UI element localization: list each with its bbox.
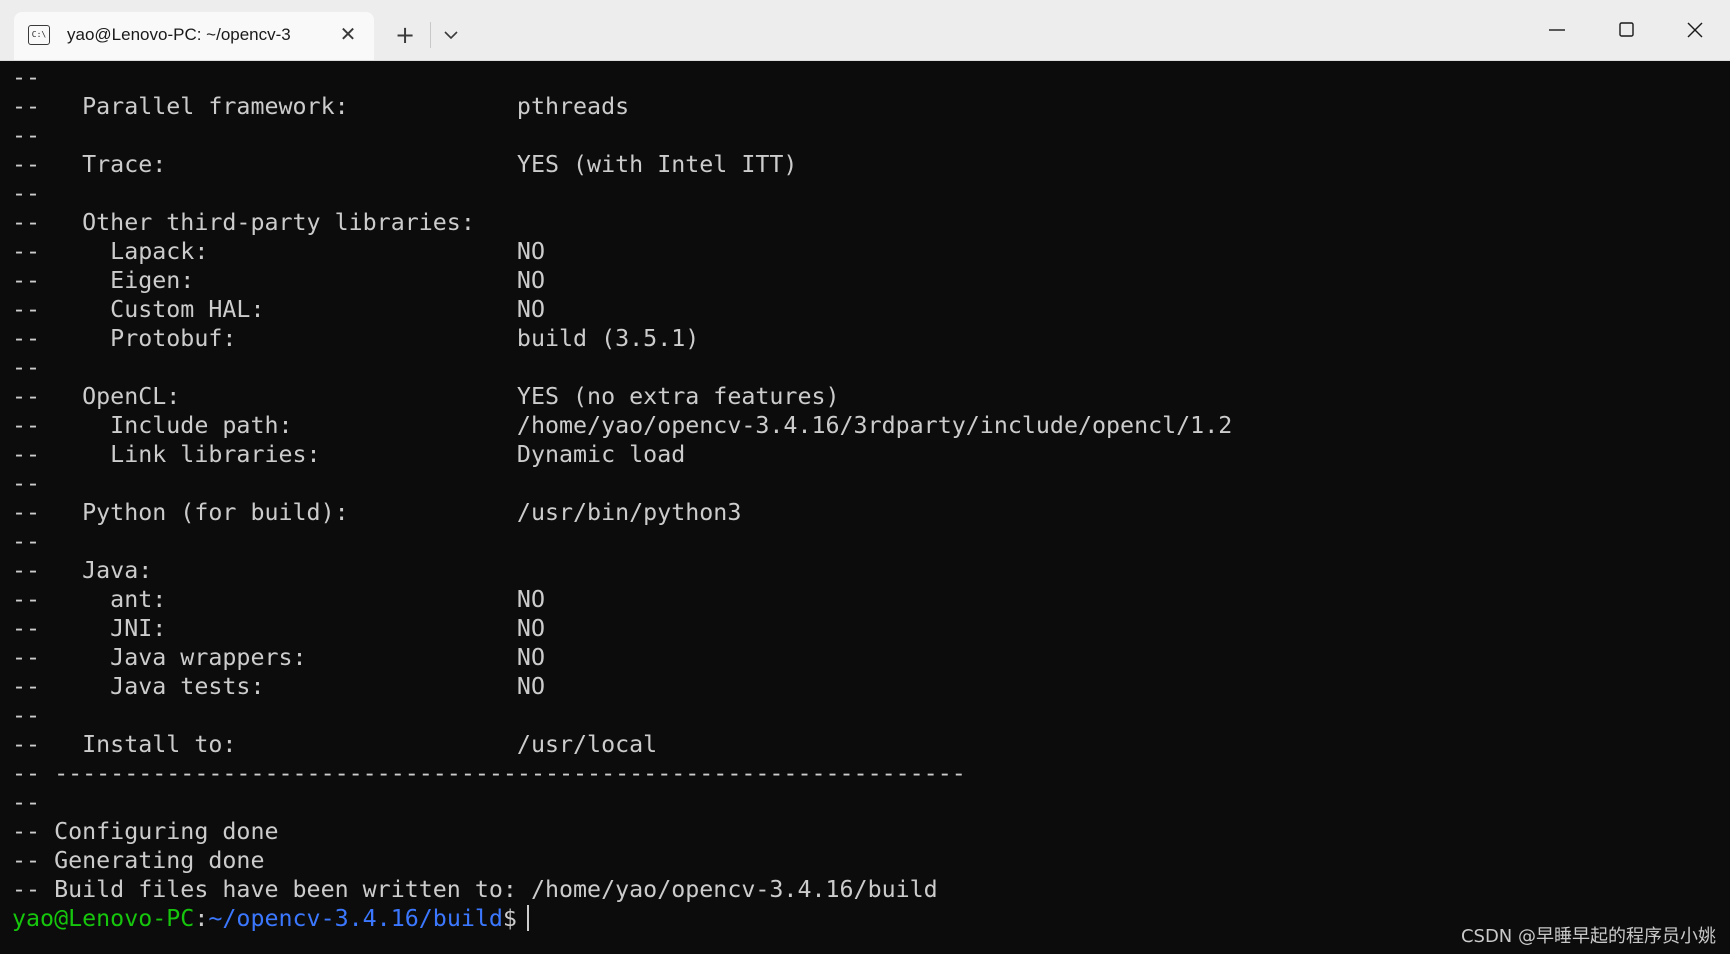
minimize-icon xyxy=(1549,29,1565,31)
prompt-symbol: $ xyxy=(502,905,517,932)
output-line: -- Eigen: NO xyxy=(12,267,545,294)
chevron-down-icon[interactable] xyxy=(436,20,466,50)
output-line: -- xyxy=(12,702,41,729)
output-line: -- Lapack: NO xyxy=(12,238,545,265)
title-bar[interactable]: C:\ yao@Lenovo-PC: ~/opencv-3 ✕ + xyxy=(0,0,1730,61)
prompt-path: ~/opencv-3.4.16/build xyxy=(208,905,503,932)
output-line: -- -------------------------------------… xyxy=(12,760,966,787)
output-line: -- OpenCL: YES (no extra features) xyxy=(12,383,840,410)
output-line: -- xyxy=(12,354,41,381)
close-icon xyxy=(1687,22,1703,38)
close-tab-icon[interactable]: ✕ xyxy=(336,22,360,46)
output-line: -- Protobuf: build (3.5.1) xyxy=(12,325,700,352)
prompt-separator: : xyxy=(194,905,209,932)
output-line: -- Java: xyxy=(12,557,153,584)
output-line: -- Trace: YES (with Intel ITT) xyxy=(12,151,798,178)
output-line: -- Custom HAL: NO xyxy=(12,296,545,323)
maximize-button[interactable] xyxy=(1592,0,1662,60)
output-line: -- Python (for build): /usr/bin/python3 xyxy=(12,499,742,526)
tab-divider xyxy=(430,22,431,48)
output-line: -- Build files have been written to: /ho… xyxy=(12,876,938,903)
tab-title: yao@Lenovo-PC: ~/opencv-3 xyxy=(67,25,291,44)
watermark: CSDN @早睡早起的程序员小姚 xyxy=(1460,926,1716,947)
output-line: -- JNI: NO xyxy=(12,615,545,642)
output-line: -- xyxy=(12,180,41,207)
output-line: -- Install to: /usr/local xyxy=(12,731,658,758)
terminal-window: C:\ yao@Lenovo-PC: ~/opencv-3 ✕ + -- -- … xyxy=(0,0,1730,954)
output-line: -- xyxy=(12,789,41,816)
minimize-button[interactable] xyxy=(1522,0,1592,60)
output-line: -- xyxy=(12,122,41,149)
output-line: -- Include path: /home/yao/opencv-3.4.16… xyxy=(12,412,1233,439)
output-line: -- xyxy=(12,528,41,555)
output-line: -- xyxy=(12,64,41,91)
output-line: -- xyxy=(12,470,41,497)
output-line: -- Parallel framework: pthreads xyxy=(12,93,630,120)
output-line: -- Link libraries: Dynamic load xyxy=(12,441,686,468)
prompt-user-host: yao@Lenovo-PC xyxy=(12,905,195,932)
output-line: -- Other third-party libraries: xyxy=(12,209,475,236)
maximize-icon xyxy=(1619,22,1634,37)
tab-active[interactable]: C:\ yao@Lenovo-PC: ~/opencv-3 ✕ xyxy=(14,12,374,60)
output-line: -- Java wrappers: NO xyxy=(12,644,545,671)
terminal-lines: -- -- Parallel framework: pthreads -- --… xyxy=(12,63,1232,933)
output-line: -- Java tests: NO xyxy=(12,673,545,700)
close-window-button[interactable] xyxy=(1660,0,1730,60)
output-line: -- ant: NO xyxy=(12,586,545,613)
output-line: -- Generating done xyxy=(12,847,265,874)
text-cursor xyxy=(526,905,529,931)
terminal-icon: C:\ xyxy=(28,25,50,45)
shell-prompt[interactable]: yao@Lenovo-PC:~/opencv-3.4.16/build$ xyxy=(12,904,1232,933)
new-tab-button[interactable]: + xyxy=(390,20,420,50)
terminal-output[interactable]: -- -- Parallel framework: pthreads -- --… xyxy=(0,61,1730,954)
output-line: -- Configuring done xyxy=(12,818,279,845)
